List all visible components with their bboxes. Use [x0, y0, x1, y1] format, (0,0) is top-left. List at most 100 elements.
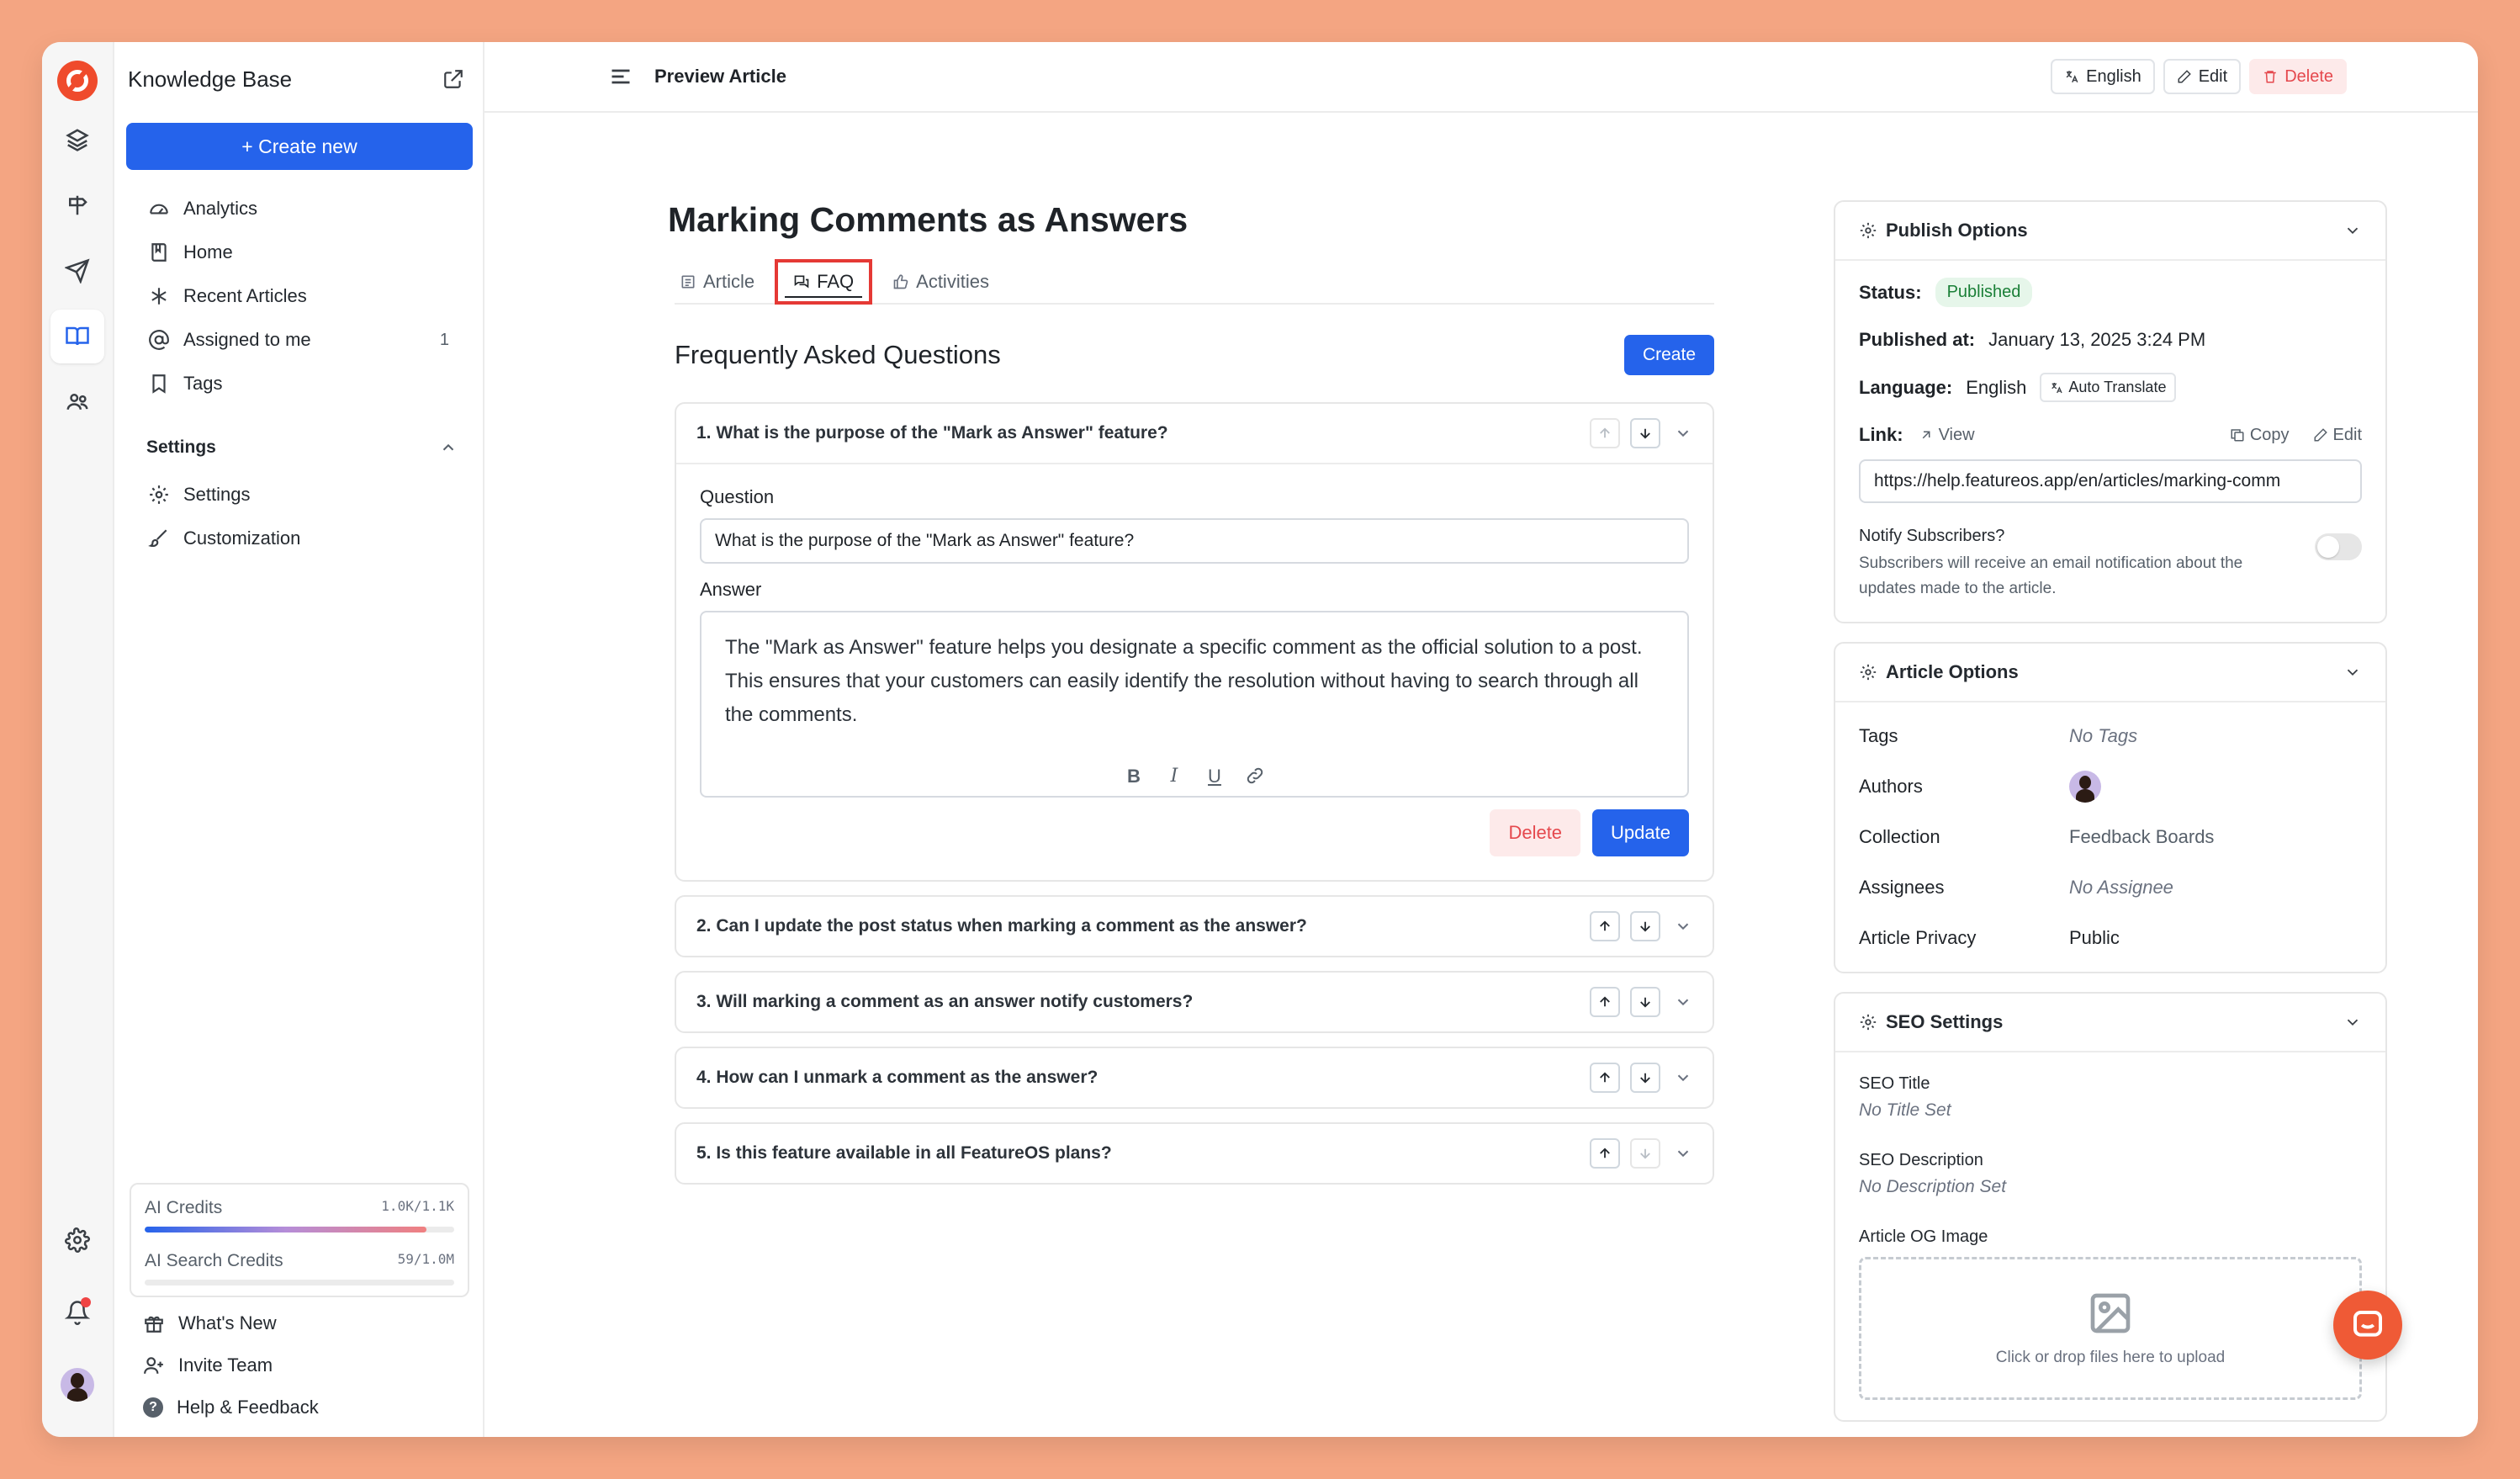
underline-icon[interactable]: U — [1204, 766, 1225, 787]
move-up-button[interactable] — [1590, 911, 1620, 941]
rail-signpost-button[interactable] — [50, 178, 104, 232]
faq-item-header[interactable]: 2. Can I update the post status when mar… — [676, 897, 1713, 956]
create-faq-button[interactable]: Create — [1623, 335, 1714, 375]
external-link-icon[interactable] — [442, 68, 464, 90]
rail-profile-button[interactable] — [50, 1358, 104, 1412]
gauge-icon — [150, 204, 168, 215]
article-options-header[interactable]: Article Options — [1835, 644, 2385, 702]
seo-title-value[interactable]: No Title Set — [1859, 1100, 2362, 1121]
move-up-button[interactable] — [1590, 1138, 1620, 1169]
edit-link-button[interactable]: Edit — [2313, 426, 2362, 445]
faq-edit-form: Question What is the purpose of the "Mar… — [676, 463, 1713, 880]
tab-article[interactable]: Article — [675, 261, 760, 303]
language-button-label: English — [2086, 66, 2141, 86]
author-avatar[interactable] — [2069, 771, 2101, 803]
question-input[interactable]: What is the purpose of the "Mark as Answ… — [700, 518, 1689, 564]
chat-widget-button[interactable] — [2333, 1291, 2402, 1360]
featureos-logo[interactable] — [57, 61, 98, 101]
italic-icon[interactable]: I — [1164, 766, 1184, 787]
view-link-button[interactable]: View — [1919, 426, 1975, 445]
move-down-button[interactable] — [1630, 911, 1660, 941]
sidebar-item-settings[interactable]: Settings — [114, 473, 483, 517]
chevron-down-icon[interactable] — [1674, 1144, 1692, 1163]
move-down-button[interactable] — [1630, 987, 1660, 1017]
rail-send-button[interactable] — [50, 244, 104, 298]
seo-settings-header[interactable]: SEO Settings — [1835, 994, 2385, 1052]
rail-users-button[interactable] — [50, 375, 104, 429]
open-book-icon — [66, 326, 89, 346]
update-faq-button[interactable]: Update — [1592, 809, 1689, 856]
tab-activities[interactable]: Activities — [887, 261, 994, 303]
bold-icon[interactable]: B — [1124, 766, 1144, 787]
sidebar-item-assigned-to-me[interactable]: Assigned to me 1 — [114, 318, 483, 362]
editor-toolbar: B I U — [701, 766, 1687, 787]
rail-layers-button[interactable] — [50, 113, 104, 167]
rail-knowledge-base-button[interactable] — [50, 310, 104, 363]
faq-item-5: 5. Is this feature available in all Feat… — [675, 1122, 1714, 1185]
auto-translate-label: Auto Translate — [2068, 379, 2167, 395]
option-row-assignees[interactable]: Assignees No Assignee — [1859, 862, 2362, 913]
delete-article-button[interactable]: Delete — [2249, 59, 2347, 94]
move-up-button[interactable] — [1590, 987, 1620, 1017]
delete-faq-button[interactable]: Delete — [1490, 809, 1581, 856]
chevron-down-icon[interactable] — [1674, 917, 1692, 936]
move-up-button[interactable] — [1590, 1063, 1620, 1093]
answer-editor[interactable]: The "Mark as Answer" feature helps you d… — [700, 611, 1689, 798]
chevron-down-icon[interactable] — [1674, 424, 1692, 443]
edit-button[interactable]: Edit — [2163, 59, 2242, 94]
seo-title-label: SEO Title — [1859, 1074, 1930, 1093]
create-new-button[interactable]: + Create new — [126, 123, 473, 170]
sidebar-item-whats-new[interactable]: What's New — [114, 1302, 483, 1344]
sidebar-item-invite-team[interactable]: Invite Team — [114, 1344, 483, 1386]
copy-link-button[interactable]: Copy — [2230, 426, 2290, 445]
rail-settings-button[interactable] — [50, 1213, 104, 1267]
users-icon — [66, 394, 88, 410]
rail-notifications-button[interactable] — [50, 1286, 104, 1339]
tab-faq[interactable]: FAQ — [775, 259, 873, 305]
faq-item-header[interactable]: 4. How can I unmark a comment as the ans… — [676, 1048, 1713, 1107]
chat-icon — [2353, 1311, 2382, 1337]
option-row-collection[interactable]: Collection Feedback Boards — [1859, 812, 2362, 862]
sidebar-item-label: Analytics — [183, 198, 258, 219]
sidebar-item-help-feedback[interactable]: ? Help & Feedback — [114, 1386, 483, 1429]
app-window: Knowledge Base + Create new Analytics Ho… — [42, 42, 2478, 1437]
notify-subscribers-toggle[interactable] — [2315, 533, 2362, 560]
settings-section-toggle[interactable]: Settings — [114, 427, 483, 468]
faq-question-title: 1. What is the purpose of the "Mark as A… — [696, 423, 1168, 443]
faq-item-2: 2. Can I update the post status when mar… — [675, 895, 1714, 957]
sidebar-item-label: Help & Feedback — [177, 1397, 319, 1418]
option-row-tags[interactable]: Tags No Tags — [1859, 711, 2362, 761]
move-down-button[interactable] — [1630, 1138, 1660, 1169]
faq-item-1: 1. What is the purpose of the "Mark as A… — [675, 402, 1714, 882]
sidebar-item-customization[interactable]: Customization — [114, 517, 483, 560]
sidebar-item-recent-articles[interactable]: Recent Articles — [114, 274, 483, 318]
sidebar-item-home[interactable]: Home — [114, 231, 483, 274]
upload-hint: Click or drop files here to upload — [1995, 1349, 2226, 1366]
menu-icon[interactable] — [609, 65, 633, 88]
link-icon[interactable] — [1245, 766, 1265, 786]
chevron-down-icon[interactable] — [1674, 1068, 1692, 1087]
option-row-privacy[interactable]: Article Privacy Public — [1859, 913, 2362, 963]
language-button[interactable]: English — [2051, 59, 2155, 94]
faq-item-header[interactable]: 5. Is this feature available in all Feat… — [676, 1124, 1713, 1183]
arrow-up-right-icon — [1922, 431, 1930, 439]
move-down-button[interactable] — [1630, 1063, 1660, 1093]
seo-description-value[interactable]: No Description Set — [1859, 1177, 2362, 1197]
auto-translate-button[interactable]: Auto Translate — [2040, 373, 2177, 402]
og-image-dropzone[interactable]: Click or drop files here to upload — [1859, 1257, 2362, 1400]
faq-item-header[interactable]: 1. What is the purpose of the "Mark as A… — [676, 404, 1713, 463]
chevron-down-icon[interactable] — [1674, 993, 1692, 1011]
gift-icon — [145, 1316, 163, 1333]
option-row-authors[interactable]: Authors — [1859, 761, 2362, 812]
move-up-button[interactable] — [1590, 418, 1620, 448]
faq-item-header[interactable]: 3. Will marking a comment as an answer n… — [676, 973, 1713, 1031]
sidebar-item-analytics[interactable]: Analytics — [114, 187, 483, 231]
gear-icon — [1860, 222, 1877, 239]
sidebar-item-tags[interactable]: Tags — [114, 362, 483, 406]
move-down-button[interactable] — [1630, 418, 1660, 448]
publish-options-header[interactable]: Publish Options — [1835, 202, 2385, 261]
tab-label: Article — [703, 271, 755, 292]
article-url-field[interactable]: https://help.featureos.app/en/articles/m… — [1859, 459, 2362, 503]
option-value: Feedback Boards — [2069, 826, 2215, 847]
faq-list: 1. What is the purpose of the "Mark as A… — [675, 402, 1714, 1198]
